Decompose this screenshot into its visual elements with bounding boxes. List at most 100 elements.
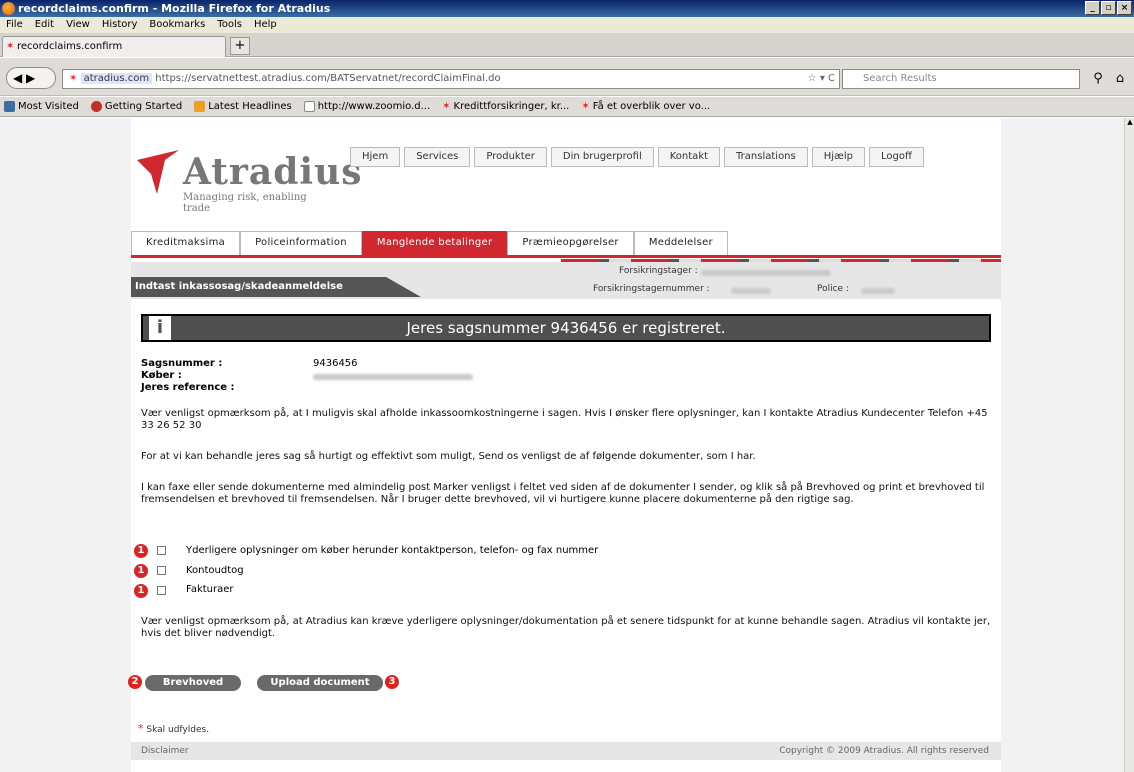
bookmark-star-icon[interactable]: ☆ ▾ C <box>808 70 835 88</box>
confirmation-banner: i Jeres sagsnummer 9436456 er registrere… <box>141 314 991 342</box>
nav-services[interactable]: Services <box>404 147 471 167</box>
page-icon <box>303 101 315 112</box>
copyright-text: Copyright © 2009 Atradius. All rights re… <box>779 746 989 756</box>
search-input[interactable]: Search Results <box>842 69 1080 89</box>
section-tabs: Kreditmaksima Policeinformation Manglend… <box>131 231 1001 258</box>
atradius-favicon-icon: ✶ <box>442 100 451 112</box>
step-1-badge: 1 <box>134 544 148 558</box>
bookmark-most-visited[interactable]: Most Visited <box>4 97 79 116</box>
bookmark-latest-headlines[interactable]: Latest Headlines <box>194 97 292 116</box>
brand-name: Atradius <box>183 151 363 193</box>
tab-policeinformation[interactable]: Policeinformation <box>240 231 362 255</box>
window-title: recordclaims.confirm - Mozilla Firefox f… <box>18 2 331 15</box>
nav-kontakt[interactable]: Kontakt <box>657 147 721 167</box>
browser-tab-label: recordclaims.confirm <box>17 41 123 52</box>
required-note: * Skal udfyldes. <box>138 722 209 735</box>
nav-hjem[interactable]: Hjem <box>350 147 401 167</box>
bookmark-zoomio[interactable]: http://www.zoomio.d... <box>303 97 430 116</box>
menu-history[interactable]: History <box>102 17 138 33</box>
minimize-button[interactable]: _ <box>1085 1 1100 15</box>
notice-paragraph-extra-info: Vær venligst opmærksom på, at Atradius k… <box>141 616 991 639</box>
tab-meddelelser[interactable]: Meddelelser <box>633 231 728 255</box>
menu-view[interactable]: View <box>66 17 90 33</box>
reference-label: Jeres reference : <box>141 382 235 393</box>
tab-manglende-betalinger[interactable]: Manglende betalinger <box>361 231 508 255</box>
bookmarks-toolbar: Most Visited Getting Started Latest Head… <box>0 97 1134 117</box>
getting-started-icon <box>90 101 102 112</box>
url-domain: atradius.com <box>80 73 153 84</box>
step-2-badge: 2 <box>128 675 142 689</box>
checkbox-label-kontoudtog: Kontoudtog <box>186 565 244 576</box>
checkbox-koeber-oplysninger[interactable] <box>157 546 166 555</box>
nav-logoff[interactable]: Logoff <box>868 147 924 167</box>
forsikringstager-value-redacted <box>701 270 831 276</box>
forsikringstager-label: Forsikringstager : <box>619 266 698 276</box>
sagsnummer-value: 9436456 <box>313 358 358 369</box>
window-titlebar: recordclaims.confirm - Mozilla Firefox f… <box>0 0 1134 17</box>
forsikringstagernummer-label: Forsikringstagernummer : <box>593 284 710 294</box>
search-icon[interactable]: ⚲ <box>1088 69 1108 89</box>
atradius-logo-mark <box>137 150 179 194</box>
rss-icon <box>194 101 206 112</box>
site-identity-icon: ✶ <box>69 73 78 84</box>
back-forward-buttons[interactable]: ◀ ▶ <box>6 67 56 89</box>
tab-kreditmaksima[interactable]: Kreditmaksima <box>131 231 241 255</box>
brand-tagline: Managing risk, enabling trade <box>183 192 307 214</box>
disclaimer-link[interactable]: Disclaimer <box>141 746 189 756</box>
maximize-button[interactable]: ▫ <box>1101 1 1116 15</box>
search-placeholder: Search Results <box>863 73 937 84</box>
required-star: * <box>138 722 144 735</box>
page-footer: Disclaimer Copyright © 2009 Atradius. Al… <box>131 742 1001 760</box>
checkbox-label-fakturaer: Fakturaer <box>186 584 234 595</box>
home-icon[interactable]: ⌂ <box>1110 69 1130 89</box>
atradius-page: Atradius Managing risk, enabling trade H… <box>128 118 1001 772</box>
step-1-badge: 1 <box>134 564 148 578</box>
notice-paragraph-costs: Vær venligst opmærksom på, at I muligvis… <box>141 408 988 431</box>
nav-brugerprofil[interactable]: Din brugerprofil <box>550 147 654 167</box>
nav-translations[interactable]: Translations <box>724 147 808 167</box>
navigation-bar: ◀ ▶ ✶ atradius.com https://servatnettest… <box>0 58 1134 96</box>
menu-bar: File Edit View History Bookmarks Tools H… <box>0 17 1134 33</box>
info-icon: i <box>149 316 171 340</box>
step-3-badge: 3 <box>385 675 399 689</box>
url-bar[interactable]: ✶ atradius.com https://servatnettest.atr… <box>62 69 840 89</box>
page-scrollbar[interactable]: ▲ <box>1124 118 1134 772</box>
koeber-value-redacted <box>313 374 473 380</box>
browser-tab-bar: ✶ recordclaims.confirm + <box>0 33 1134 57</box>
confirmation-text: Jeres sagsnummer 9436456 er registreret. <box>406 319 726 337</box>
brevhoved-button[interactable]: Brevhoved <box>145 675 241 691</box>
tab-praemieopgoerelser[interactable]: Præmieopgørelser <box>507 231 634 255</box>
page-title: Indtast inkassosag/skadeanmeldelse <box>131 277 421 297</box>
new-tab-button[interactable]: + <box>230 37 250 55</box>
menu-tools[interactable]: Tools <box>217 17 242 33</box>
top-navigation: Hjem Services Produkter Din brugerprofil… <box>350 147 924 167</box>
scroll-up-icon[interactable]: ▲ <box>1125 118 1134 128</box>
atradius-favicon-icon: ✶ <box>6 41 15 52</box>
atradius-logo[interactable]: Atradius Managing risk, enabling trade <box>135 148 362 214</box>
bookmark-kredittforsikringer[interactable]: ✶ Kredittforsikringer, kr... <box>442 97 569 116</box>
bookmark-overblik[interactable]: ✶ Få et overblik over vo... <box>581 97 710 116</box>
police-value-redacted <box>861 288 895 294</box>
firefox-icon <box>2 2 15 15</box>
bookmark-getting-started[interactable]: Getting Started <box>90 97 182 116</box>
menu-help[interactable]: Help <box>254 17 277 33</box>
required-text: Skal udfyldes. <box>146 725 210 735</box>
close-button[interactable]: × <box>1117 1 1132 15</box>
browser-tab[interactable]: ✶ recordclaims.confirm <box>2 36 226 57</box>
forsikringstagernummer-value-redacted <box>731 288 771 294</box>
nav-produkter[interactable]: Produkter <box>474 147 547 167</box>
menu-file[interactable]: File <box>6 17 23 33</box>
notice-paragraph-fax: I kan faxe eller sende dokumenterne med … <box>141 482 985 505</box>
atradius-favicon-icon: ✶ <box>581 100 590 112</box>
checkbox-label-koeber: Yderligere oplysninger om køber herunder… <box>186 545 599 556</box>
upload-document-button[interactable]: Upload document <box>257 675 383 691</box>
menu-bookmarks[interactable]: Bookmarks <box>149 17 205 33</box>
checkbox-kontoudtog[interactable] <box>157 566 166 575</box>
koeber-label: Køber : <box>141 370 182 381</box>
notice-paragraph-documents: For at vi kan behandle jeres sag så hurt… <box>141 451 756 462</box>
url-text: https://servatnettest.atradius.com/BATSe… <box>155 73 501 84</box>
checkbox-fakturaer[interactable] <box>157 586 166 595</box>
page-viewport: Atradius Managing risk, enabling trade H… <box>0 118 1124 772</box>
menu-edit[interactable]: Edit <box>35 17 54 33</box>
nav-hjaelp[interactable]: Hjælp <box>811 147 865 167</box>
